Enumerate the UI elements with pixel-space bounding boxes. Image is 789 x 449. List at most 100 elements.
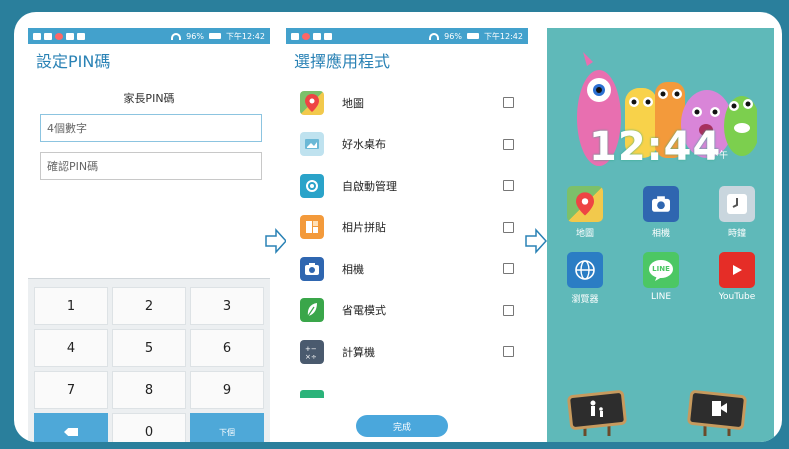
app-checkbox[interactable] <box>503 221 514 233</box>
list-item[interactable]: 相片拼貼 <box>286 207 528 249</box>
line-logo-text: LINE <box>652 265 670 273</box>
svg-text:×÷: ×÷ <box>305 353 317 360</box>
autostart-icon <box>300 173 324 198</box>
key-0[interactable]: 0 <box>112 413 186 442</box>
camera-icon <box>300 256 324 281</box>
backspace-key[interactable] <box>34 413 108 442</box>
key-1[interactable]: 1 <box>34 287 108 325</box>
home-app-label: 瀏覽器 <box>571 295 599 305</box>
app-name: 自啟動管理 <box>342 179 397 193</box>
list-item[interactable]: 自啟動管理 <box>286 165 528 207</box>
home-clock: 12:44 <box>589 124 722 170</box>
key-2[interactable]: 2 <box>112 287 186 325</box>
line-icon: LINE <box>643 252 679 288</box>
app-list: 地圖 好水桌布 自啟動管理 相片拼貼 相機 省電模式 +− ×÷ 計算機 <box>286 82 528 373</box>
list-item[interactable]: 省電模式 <box>286 290 528 332</box>
home-app-label: 時鐘 <box>727 229 746 239</box>
home-app-camera[interactable]: 相機 <box>631 186 691 239</box>
notification-icon <box>324 32 332 40</box>
app-checkbox[interactable] <box>503 304 514 316</box>
svg-text:+−: +− <box>305 345 317 353</box>
key-4[interactable]: 4 <box>34 329 108 367</box>
list-item[interactable]: 好水桌布 <box>286 124 528 166</box>
status-bar: 96% 下午12:42 <box>28 28 270 44</box>
camera-icon <box>643 186 679 222</box>
pin-setup-screen: 96% 下午12:42 設定PIN碼 家長PIN碼 4個數字 確認PIN碼 1 … <box>28 28 270 442</box>
confirm-pin-input[interactable]: 確認PIN碼 <box>40 152 262 180</box>
key-3[interactable]: 3 <box>190 287 264 325</box>
maps-icon <box>300 90 324 115</box>
page-title: 選擇應用程式 <box>294 52 391 71</box>
notification-icon <box>291 32 299 40</box>
kids-home-screen: 12:44 下午 地圖 相機 時鐘 瀏覽器 LINE LINE YouTube <box>547 28 774 442</box>
app-checkbox[interactable] <box>503 97 514 109</box>
home-app-browser[interactable]: 瀏覽器 <box>555 252 615 305</box>
status-time: 下午12:42 <box>483 31 523 41</box>
home-app-label: LINE <box>650 292 672 302</box>
parent-mode-sign-icon[interactable] <box>567 390 627 436</box>
youtube-icon <box>719 252 755 288</box>
wifi-icon <box>171 32 182 40</box>
home-app-label: 相機 <box>651 229 670 239</box>
app-name: 相片拼貼 <box>342 221 386 235</box>
status-bar: 96% 下午12:42 <box>286 28 528 44</box>
app-checkbox[interactable] <box>503 346 514 358</box>
list-item[interactable]: 地圖 <box>286 82 528 124</box>
key-8[interactable]: 8 <box>112 371 186 409</box>
notification-icon <box>55 32 63 40</box>
app-name: 好水桌布 <box>342 138 386 152</box>
app-checkbox[interactable] <box>503 180 514 192</box>
pin-subtitle: 家長PIN碼 <box>123 92 175 105</box>
page-title: 設定PIN碼 <box>36 52 111 71</box>
power-saver-icon <box>300 298 324 323</box>
wallpaper-icon <box>300 132 324 157</box>
app-checkbox[interactable] <box>503 138 514 150</box>
calculator-icon: +− ×÷ <box>300 339 324 364</box>
home-app-maps[interactable]: 地圖 <box>555 186 615 239</box>
app-name: 省電模式 <box>342 304 386 318</box>
exit-sign-icon[interactable] <box>687 390 747 436</box>
notification-icon <box>33 32 41 40</box>
app-select-screen: 96% 下午12:42 選擇應用程式 地圖 好水桌布 自啟動管理 相片拼貼 相機… <box>286 28 528 442</box>
key-6[interactable]: 6 <box>190 329 264 367</box>
notification-icon <box>44 32 52 40</box>
notification-icon <box>302 32 310 40</box>
key-9[interactable]: 9 <box>190 371 264 409</box>
home-app-label: 地圖 <box>575 229 594 239</box>
wifi-icon <box>429 32 440 40</box>
notification-icon <box>313 32 321 40</box>
app-name: 計算機 <box>342 345 375 359</box>
list-item[interactable]: +− ×÷ 計算機 <box>286 331 528 373</box>
key-7[interactable]: 7 <box>34 371 108 409</box>
clock-period: 下午 <box>710 151 729 161</box>
home-app-line[interactable]: LINE LINE <box>631 252 691 302</box>
home-app-youtube[interactable]: YouTube <box>707 252 767 302</box>
arrow-right-icon <box>525 228 547 254</box>
app-checkbox[interactable] <box>503 263 514 275</box>
app-name: 地圖 <box>342 96 364 110</box>
pin-input[interactable]: 4個數字 <box>40 114 262 142</box>
app-name: 相機 <box>342 262 364 276</box>
battery-percent: 96% <box>444 31 462 41</box>
battery-icon <box>466 33 479 39</box>
collage-icon <box>300 215 324 240</box>
home-app-clock[interactable]: 時鐘 <box>707 186 767 239</box>
backspace-icon <box>64 428 78 436</box>
notification-icon <box>77 32 85 40</box>
notification-icon <box>66 32 74 40</box>
numeric-keypad: 1 2 3 4 5 6 7 8 9 0 下個 <box>28 278 270 442</box>
next-key[interactable]: 下個 <box>190 413 264 442</box>
done-button[interactable]: 完成 <box>356 415 448 437</box>
partial-app-icon <box>300 390 324 398</box>
status-time: 下午12:42 <box>225 31 265 41</box>
list-item[interactable]: 相機 <box>286 248 528 290</box>
battery-icon <box>208 33 221 39</box>
arrow-right-icon <box>265 228 287 254</box>
home-app-label: YouTube <box>718 292 756 302</box>
maps-icon <box>567 186 603 222</box>
clock-icon <box>719 186 755 222</box>
battery-percent: 96% <box>186 31 204 41</box>
key-5[interactable]: 5 <box>112 329 186 367</box>
notification-icons <box>33 32 85 40</box>
tutorial-card: 96% 下午12:42 設定PIN碼 家長PIN碼 4個數字 確認PIN碼 1 … <box>14 12 782 442</box>
